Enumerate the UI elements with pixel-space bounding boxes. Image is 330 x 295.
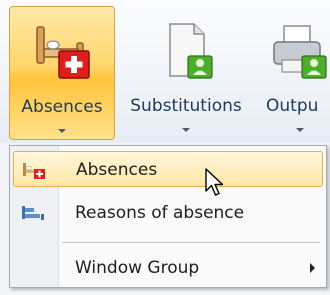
substitutions-ribbon-label: Substitutions — [130, 96, 242, 116]
mouse-cursor-icon — [205, 168, 227, 202]
absences-ribbon-label: Absences — [21, 97, 103, 117]
chevron-down-icon — [296, 128, 304, 132]
menu-item-absences[interactable]: Absences — [13, 151, 323, 187]
output-ribbon-label: Outpu — [266, 96, 319, 116]
reasons-small-icon — [21, 204, 45, 226]
absences-dropdown-menu: Absences Reasons of absence Window Group — [9, 145, 327, 288]
menu-separator — [62, 242, 320, 243]
printer-user-icon — [268, 20, 328, 84]
menu-item-label: Window Group — [75, 258, 200, 278]
menu-item-label: Absences — [76, 160, 158, 180]
substitutions-ribbon-button[interactable]: Substitutions — [117, 6, 255, 140]
menu-item-window-group[interactable]: Window Group — [13, 250, 323, 286]
menu-item-label: Reasons of absence — [75, 203, 245, 223]
document-user-icon — [156, 20, 216, 84]
menu-item-reasons-of-absence[interactable]: Reasons of absence — [13, 195, 323, 231]
bed-absence-icon — [31, 21, 93, 85]
absences-ribbon-button[interactable]: Absences — [9, 6, 115, 140]
chevron-down-icon — [58, 129, 66, 133]
ribbon: Absences Substitutions Outpu — [0, 0, 330, 143]
chevron-down-icon — [182, 128, 190, 132]
chevron-right-icon — [310, 263, 315, 273]
bed-absence-small-icon — [22, 161, 46, 183]
output-ribbon-button[interactable]: Outpu — [260, 6, 330, 140]
